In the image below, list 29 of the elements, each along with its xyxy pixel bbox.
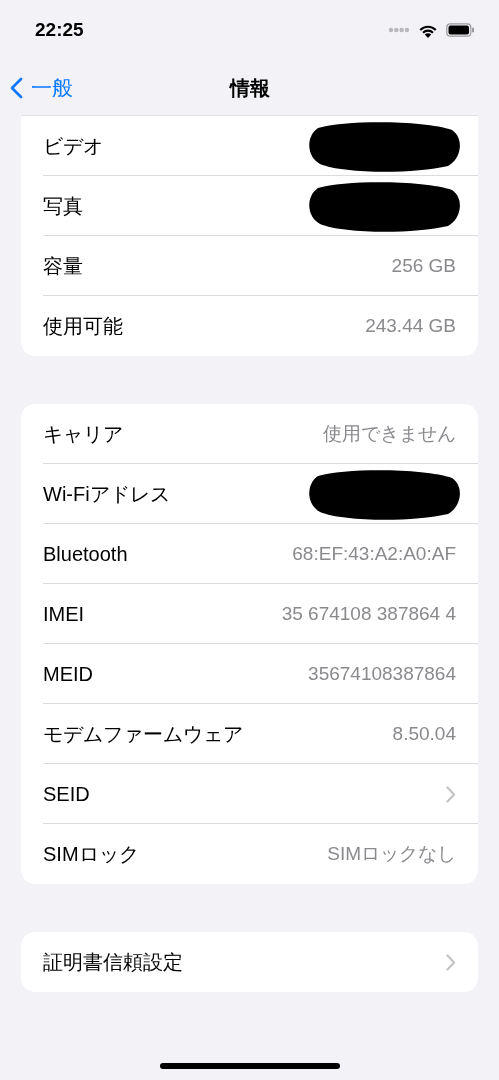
row-value: 256 GB xyxy=(391,253,456,278)
row-label: MEID xyxy=(43,662,93,687)
row-label: モデムファームウェア xyxy=(43,722,243,747)
signal-icon xyxy=(388,27,410,33)
row-label: 写真 xyxy=(43,194,83,219)
row-value: 35 674108 387864 4 xyxy=(281,601,456,626)
row-label: Bluetooth xyxy=(43,542,128,567)
row-label: SIMロック xyxy=(43,842,139,867)
row-value: 68:EF:43:A2:A0:AF xyxy=(292,541,456,566)
row-value: 8.50.04 xyxy=(392,721,456,746)
row-value: SIMロックなし xyxy=(327,841,456,866)
chevron-icon[interactable] xyxy=(446,785,456,803)
row-label: 使用可能 xyxy=(43,314,123,339)
row-label: ビデオ xyxy=(43,134,103,159)
status-time: 22:25 xyxy=(35,17,84,42)
chevron-icon[interactable] xyxy=(446,953,456,971)
row-label: IMEI xyxy=(43,602,85,627)
row-label: Wi-Fiアドレス xyxy=(43,482,170,507)
back-chevron-icon xyxy=(10,76,23,99)
row-label: SEID xyxy=(43,782,90,807)
battery-icon xyxy=(446,23,475,37)
row-label: 証明書信頼設定 xyxy=(43,950,183,975)
back-button[interactable]: 一般 xyxy=(10,71,73,104)
row-value: 243.44 GB xyxy=(365,313,456,338)
row-label: キャリア xyxy=(43,422,123,447)
row-value: 使用できません xyxy=(323,421,456,446)
row-value: 35674108387864 xyxy=(308,661,456,686)
row-label: 容量 xyxy=(43,254,83,279)
nav-title: 情報 xyxy=(229,75,270,101)
